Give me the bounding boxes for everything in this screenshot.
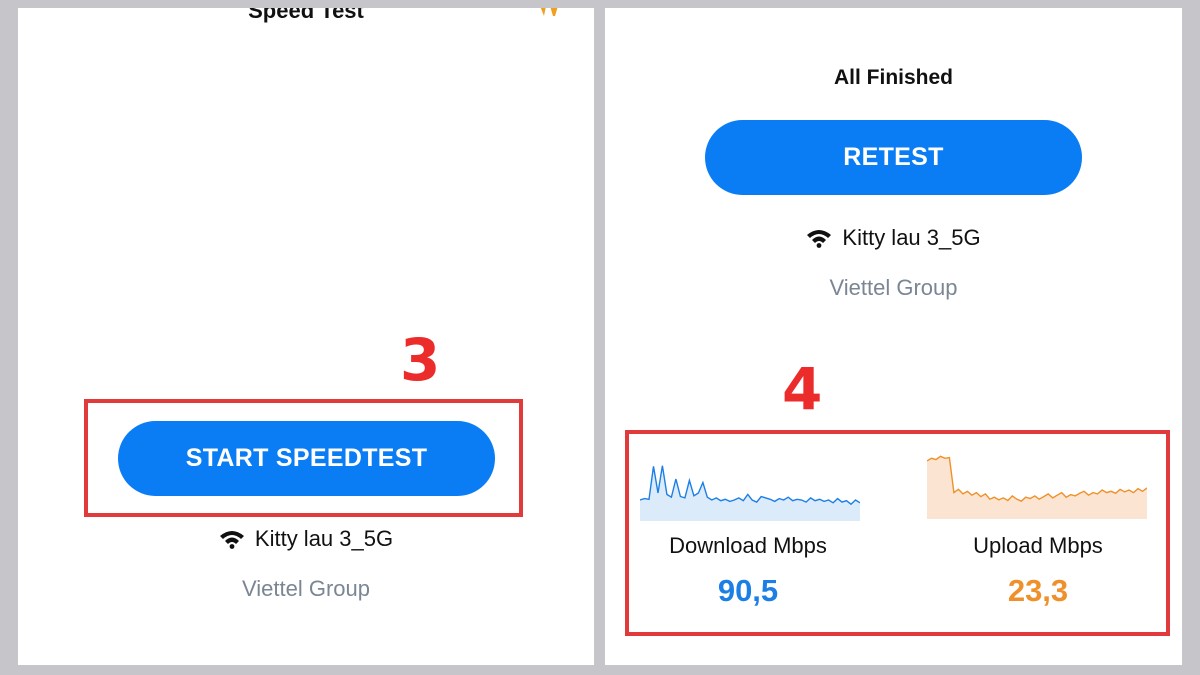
wifi-icon: [807, 230, 832, 248]
app-title: Speed Test: [248, 8, 364, 23]
app-icon[interactable]: [538, 8, 560, 18]
step-number-4: 4: [782, 355, 823, 423]
upload-sparkline: [927, 455, 1147, 519]
step-number-3: 3: [400, 326, 441, 394]
upload-sparkline-fill: [927, 456, 1147, 519]
retest-button[interactable]: RETEST: [705, 120, 1082, 195]
isp-name: Viettel Group: [241, 576, 370, 601]
network-name: Kitty lau 3_5G: [842, 225, 981, 250]
download-value: 90,5: [717, 573, 779, 608]
network-info: Kitty lau 3_5G: [605, 225, 1182, 251]
wifi-icon: [219, 531, 244, 549]
network-name: Kitty lau 3_5G: [254, 526, 394, 551]
start-speedtest-button[interactable]: START SPEEDTEST: [118, 421, 495, 496]
status-label: All Finished: [833, 66, 953, 89]
start-screen-panel: Speed Test 3 START SPEEDTEST Kitty lau 3…: [18, 8, 594, 665]
download-label: Download Mbps: [669, 533, 827, 558]
upload-value: 23,3: [1007, 573, 1069, 608]
isp-name: Viettel Group: [829, 275, 958, 300]
network-info: Kitty lau 3_5G: [18, 526, 594, 552]
results-panel: All Finished RETEST Kitty lau 3_5G Viett…: [605, 8, 1182, 665]
download-sparkline: [640, 465, 860, 521]
upload-label: Upload Mbps: [973, 533, 1103, 558]
